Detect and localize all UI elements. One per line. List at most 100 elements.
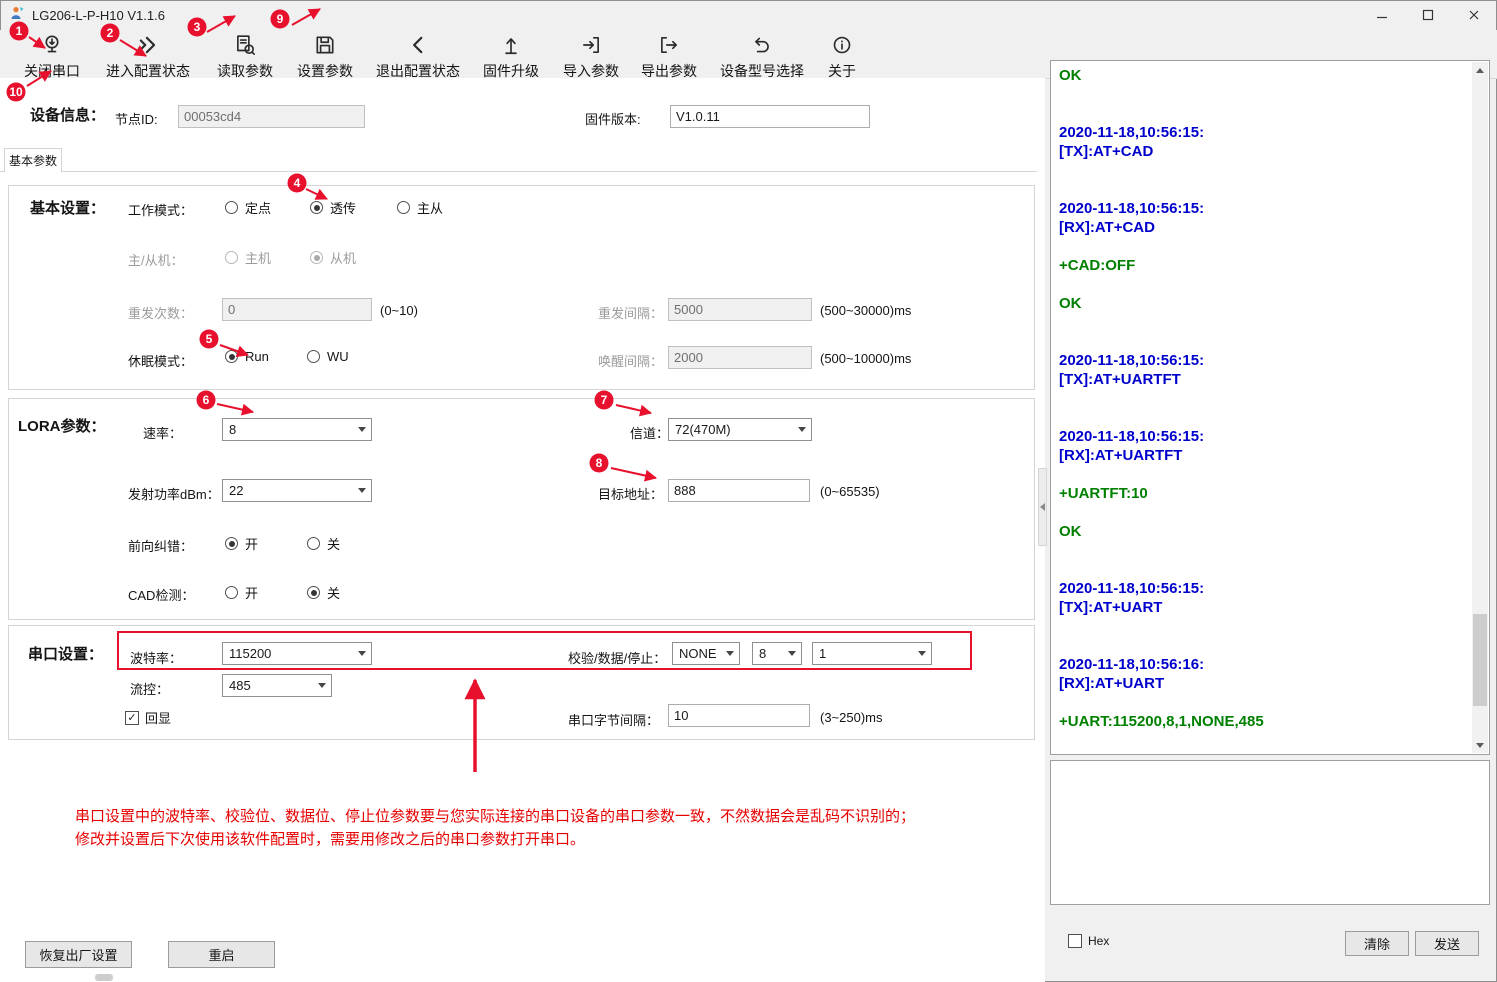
send-button[interactable]: 发送: [1415, 931, 1479, 956]
target-addr-input[interactable]: [668, 479, 810, 502]
flow-control-label: 流控：: [130, 679, 169, 698]
baud-select[interactable]: 115200: [222, 642, 372, 665]
toolbar-button-exit-config[interactable]: 退出配置状态: [368, 32, 468, 76]
scroll-up-icon[interactable]: [1472, 62, 1488, 78]
toolbar-button-import-params[interactable]: 导入参数: [558, 32, 624, 76]
warning-line-1: 串口设置中的波特率、校验位、数据位、停止位参数要与您实际连接的串口设备的串口参数…: [75, 805, 915, 826]
radio-label: 主机: [245, 248, 271, 267]
app-icon: [9, 5, 25, 26]
radio-label: 定点: [245, 198, 271, 217]
radio-label: 从机: [330, 248, 356, 267]
radio-fec-on[interactable]: 开: [225, 534, 258, 553]
radio-workmode-masterslave[interactable]: 主从: [397, 198, 443, 217]
radio-fec-off[interactable]: 关: [307, 534, 340, 553]
radio-label: 开: [245, 534, 258, 553]
chevron-down-icon: [318, 683, 326, 688]
fec-label: 前向纠错：: [128, 536, 193, 555]
radio-slave: 从机: [310, 248, 356, 267]
resend-interval-label: 重发间隔：: [598, 303, 663, 322]
export-icon: [658, 34, 680, 61]
tx-power-label: 发射功率dBm：: [128, 484, 220, 503]
toolbar-button-close-serial[interactable]: 关闭串口: [16, 32, 88, 76]
channel-select[interactable]: 72(470M): [668, 418, 812, 441]
exit-config-icon: [407, 34, 429, 61]
log-line: 2020-11-18,10:56:15:: [1059, 427, 1467, 446]
minimize-button[interactable]: [1359, 0, 1405, 30]
import-icon: [580, 34, 602, 61]
wake-interval-input: [668, 346, 812, 369]
channel-label: 信道：: [630, 423, 669, 442]
parity-select[interactable]: NONE: [672, 642, 740, 665]
select-value: 22: [229, 483, 243, 498]
log-line: 2020-11-18,10:56:16:: [1059, 655, 1467, 674]
radio-sleep-run[interactable]: Run: [225, 349, 269, 364]
radio-label: 主从: [417, 198, 443, 217]
log-line: 2020-11-18,10:56:15:: [1059, 579, 1467, 598]
log-line: 2020-11-18,10:56:15:: [1059, 123, 1467, 142]
byte-interval-input[interactable]: [668, 704, 810, 727]
radio-icon: [310, 201, 323, 214]
restart-button[interactable]: 重启: [168, 941, 275, 968]
radio-sleep-wu[interactable]: WU: [307, 349, 349, 364]
radio-workmode-fixed[interactable]: 定点: [225, 198, 271, 217]
radio-label: 关: [327, 583, 340, 602]
send-input[interactable]: [1051, 761, 1489, 904]
log-line: +UART:115200,8,1,NONE,485: [1059, 712, 1467, 731]
panel-splitter[interactable]: [1038, 468, 1047, 546]
read-params-icon: [234, 34, 256, 61]
radio-icon: [225, 537, 238, 550]
cad-label: CAD检测：: [128, 585, 194, 604]
lora-params-label: LORA参数：: [18, 415, 106, 436]
log-content: OK 2020-11-18,10:56:15: [TX]:AT+CAD 2020…: [1059, 66, 1467, 752]
radio-cad-off[interactable]: 关: [307, 583, 340, 602]
firmware-version-input[interactable]: [670, 105, 870, 128]
radio-workmode-transparent[interactable]: 透传: [310, 198, 356, 217]
radio-icon: [225, 350, 238, 363]
toolbar-button-firmware-upgrade[interactable]: 固件升级: [478, 32, 544, 76]
checkbox-label: Hex: [1088, 934, 1109, 948]
send-panel: [1050, 760, 1490, 905]
data-bits-select[interactable]: 8: [752, 642, 802, 665]
scroll-down-icon[interactable]: [1472, 737, 1488, 753]
log-line: [TX]:AT+CAD: [1059, 142, 1467, 161]
log-line: OK: [1059, 66, 1467, 85]
node-id-label: 节点ID:: [115, 109, 158, 128]
resend-count-label: 重发次数：: [128, 303, 193, 322]
log-line: 2020-11-18,10:56:15:: [1059, 351, 1467, 370]
vertical-scrollbar[interactable]: [1472, 62, 1488, 753]
echo-checkbox[interactable]: ✓ 回显: [125, 708, 171, 727]
window-controls: [1359, 0, 1497, 30]
toolbar-button-enter-config[interactable]: 进入配置状态: [102, 32, 194, 76]
clear-button[interactable]: 清除: [1345, 931, 1409, 956]
byte-interval-label: 串口字节间隔：: [568, 710, 659, 729]
select-value: 72(470M): [675, 422, 731, 437]
toolbar-button-read-params[interactable]: 读取参数: [212, 32, 278, 76]
select-value: 8: [229, 422, 236, 437]
scrollbar-thumb[interactable]: [1473, 614, 1487, 706]
close-button[interactable]: [1451, 0, 1497, 30]
node-id-input[interactable]: [178, 105, 365, 128]
factory-reset-button[interactable]: 恢复出厂设置: [25, 941, 132, 968]
checkbox-checked-icon: ✓: [125, 711, 139, 725]
log-line: +UARTFT:10: [1059, 484, 1467, 503]
radio-cad-on[interactable]: 开: [225, 583, 258, 602]
toolbar-button-set-params[interactable]: 设置参数: [292, 32, 358, 76]
resend-count-input: [222, 298, 372, 321]
select-value: 8: [759, 646, 766, 661]
radio-icon: [225, 586, 238, 599]
flow-control-select[interactable]: 485: [222, 674, 332, 697]
log-line: [RX]:AT+CAD: [1059, 218, 1467, 237]
stop-bits-select[interactable]: 1: [812, 642, 932, 665]
log-line: [RX]:AT+UART: [1059, 674, 1467, 693]
horizontal-scrollbar-thumb[interactable]: [95, 974, 113, 981]
toolbar-button-about[interactable]: 关于: [822, 32, 862, 76]
log-line: [RX]:AT+UARTFT: [1059, 446, 1467, 465]
maximize-button[interactable]: [1405, 0, 1451, 30]
toolbar-button-export-params[interactable]: 导出参数: [636, 32, 702, 76]
tab-basic-params[interactable]: 基本参数: [4, 148, 62, 172]
chevron-down-icon: [798, 427, 806, 432]
rate-select[interactable]: 8: [222, 418, 372, 441]
toolbar-button-device-model[interactable]: 设备型号选择: [712, 32, 812, 76]
tx-power-select[interactable]: 22: [222, 479, 372, 502]
hex-checkbox[interactable]: Hex: [1068, 934, 1109, 948]
